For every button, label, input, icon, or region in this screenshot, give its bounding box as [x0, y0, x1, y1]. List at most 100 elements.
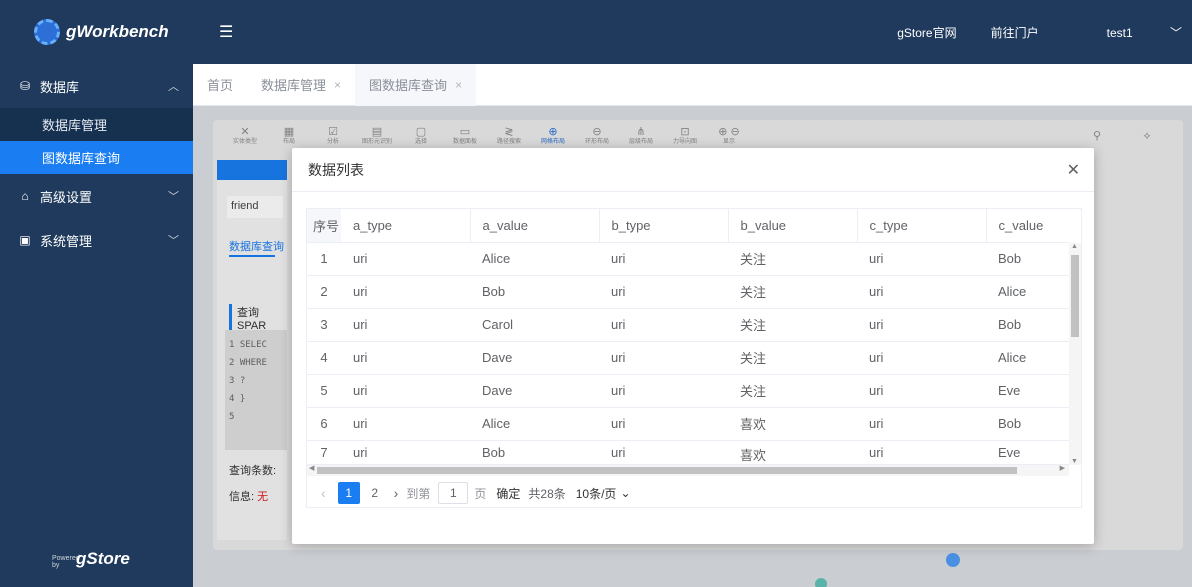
cell-b-type: uri	[599, 242, 728, 276]
cell-b-type: uri	[599, 407, 728, 441]
scroll-up-icon[interactable]: ▲	[1071, 243, 1078, 250]
close-icon[interactable]: ×	[455, 78, 462, 92]
column-header-b-type[interactable]: b_type	[598, 209, 728, 243]
app-logo[interactable]: gWorkbench	[0, 0, 193, 64]
cell-b-type: uri	[599, 440, 728, 465]
cell-b-value: 喜欢	[728, 407, 857, 441]
column-header-c-value[interactable]: c_value	[985, 209, 1069, 243]
row-index: 6	[307, 407, 341, 441]
data-table: 序号 a_type a_value b_type b_value c_type …	[306, 208, 1082, 508]
close-icon[interactable]: ✕	[1067, 160, 1080, 180]
table-row[interactable]: 3 uri Carol uri 关注 uri Bob	[307, 308, 1069, 342]
cell-c-value: Eve	[986, 374, 1069, 408]
sidebar-item-graph-query[interactable]: 图数据库查询	[0, 141, 193, 174]
menu-group-label: 系统管理	[40, 233, 93, 249]
table-row[interactable]: 6 uri Alice uri 喜欢 uri Bob	[307, 407, 1069, 441]
cell-b-type: uri	[599, 374, 728, 408]
row-index: 1	[307, 242, 341, 276]
page-size-select[interactable]: 10条/页 ⌄	[576, 485, 631, 502]
cell-c-type: uri	[857, 374, 986, 408]
menu-group-system-management[interactable]: ▣ 系统管理 ﹀	[0, 218, 193, 262]
tab-bar: 首页 数据库管理 × 图数据库查询 ×	[193, 63, 1192, 106]
top-links: gStore官网 前往门户 test1 ﹀	[863, 24, 1182, 41]
column-header-c-type[interactable]: c_type	[856, 209, 986, 243]
pagination: ‹ 1 2 › 到第 1 页 确定 共28条 10条/页 ⌄	[321, 479, 631, 507]
menu-toggle-icon[interactable]: ☰	[219, 22, 233, 42]
cell-b-type: uri	[599, 341, 728, 375]
graph-node[interactable]	[815, 578, 827, 587]
tab-home[interactable]: 首页	[193, 64, 247, 106]
chevron-down-icon: ⌄	[620, 486, 631, 500]
column-header-b-value[interactable]: b_value	[727, 209, 857, 243]
page-2[interactable]: 2	[364, 482, 386, 504]
cell-a-type: uri	[341, 341, 470, 375]
table-row[interactable]: 5 uri Dave uri 关注 uri Eve	[307, 374, 1069, 408]
user-menu[interactable]: test1 ﹀	[1073, 24, 1182, 41]
tab-graph-query[interactable]: 图数据库查询 ×	[355, 63, 477, 106]
data-list-dialog: 数据列表 ✕ 序号 a_type a_value b_type b_value …	[292, 148, 1094, 544]
horizontal-scrollbar[interactable]: ◀ ▶	[307, 465, 1069, 476]
vertical-scrollbar[interactable]: ▲ ▼	[1069, 243, 1081, 465]
cell-c-value: Bob	[986, 242, 1069, 276]
cell-a-value: Alice	[470, 407, 599, 441]
row-index: 4	[307, 341, 341, 375]
cell-a-type: uri	[341, 308, 470, 342]
menu-group-database[interactable]: ⛁ 数据库 ︿	[0, 64, 193, 108]
scroll-thumb[interactable]	[1071, 255, 1079, 337]
cell-b-value: 关注	[728, 374, 857, 408]
tab-label: 数据库管理	[261, 78, 327, 93]
close-icon[interactable]: ×	[334, 78, 341, 92]
next-page-icon[interactable]: ›	[394, 485, 399, 501]
page-jump-input[interactable]: 1	[438, 482, 469, 504]
scroll-left-icon[interactable]: ◀	[309, 464, 314, 472]
row-index: 2	[307, 275, 341, 309]
cell-a-type: uri	[341, 374, 470, 408]
total-count: 共28条	[528, 486, 566, 501]
page-1[interactable]: 1	[337, 482, 360, 504]
cell-b-value: 喜欢	[728, 440, 857, 465]
dialog-title: 数据列表	[308, 161, 364, 178]
scroll-thumb[interactable]	[317, 467, 1017, 474]
cell-c-type: uri	[857, 308, 986, 342]
results-table: 序号 a_type a_value b_type b_value c_type …	[307, 209, 1069, 465]
powered-by-logo: Powered by gStore	[52, 549, 130, 569]
goto-label: 到第	[406, 486, 431, 501]
cell-c-type: uri	[857, 440, 986, 465]
table-row[interactable]: 4 uri Dave uri 关注 uri Alice	[307, 341, 1069, 375]
menu-group-advanced-settings[interactable]: ⌂ 高级设置 ﹀	[0, 174, 193, 218]
column-header-index[interactable]: 序号	[307, 209, 341, 243]
column-header-a-type[interactable]: a_type	[341, 209, 470, 243]
menu-group-label: 高级设置	[40, 189, 93, 205]
row-index: 3	[307, 308, 341, 342]
gear-logo-icon	[34, 19, 60, 45]
page-size-label: 10条/页	[575, 486, 617, 501]
sidebar-item-db-management[interactable]: 数据库管理	[0, 108, 193, 141]
table-header-row: 序号 a_type a_value b_type b_value c_type …	[307, 209, 1069, 243]
graph-node[interactable]	[946, 553, 960, 567]
cell-c-value: Alice	[986, 275, 1069, 309]
column-header-a-value[interactable]: a_value	[469, 209, 599, 243]
sidebar: gWorkbench ⛁ 数据库 ︿ 数据库管理 图数据库查询 ⌂ 高级设置 ﹀…	[0, 0, 193, 587]
cell-a-type: uri	[341, 407, 470, 441]
table-row[interactable]: 7 uri Bob uri 喜欢 uri Eve	[307, 440, 1069, 465]
table-row[interactable]: 2 uri Bob uri 关注 uri Alice	[307, 275, 1069, 309]
chevron-down-icon: ﹀	[168, 235, 179, 247]
gstore-site-link[interactable]: gStore官网	[897, 24, 956, 41]
cell-c-value: Bob	[986, 407, 1069, 441]
page-unit-label: 页	[474, 486, 487, 501]
prev-page-icon[interactable]: ‹	[321, 485, 326, 501]
cell-c-type: uri	[857, 407, 986, 441]
logo-text: gWorkbench	[66, 22, 169, 41]
tab-db-management[interactable]: 数据库管理 ×	[247, 64, 355, 106]
chevron-down-icon: ﹀	[1169, 25, 1182, 40]
confirm-button[interactable]: 确定	[496, 485, 520, 502]
username: test1	[1106, 25, 1133, 40]
cell-b-value: 关注	[728, 308, 857, 342]
table-row[interactable]: 1 uri Alice uri 关注 uri Bob	[307, 242, 1069, 276]
portal-link[interactable]: 前往门户	[991, 24, 1039, 41]
scroll-down-icon[interactable]: ▼	[1071, 458, 1078, 465]
scroll-right-icon[interactable]: ▶	[1060, 464, 1065, 472]
cell-a-value: Carol	[470, 308, 599, 342]
cell-b-value: 关注	[728, 242, 857, 276]
cell-c-type: uri	[857, 275, 986, 309]
